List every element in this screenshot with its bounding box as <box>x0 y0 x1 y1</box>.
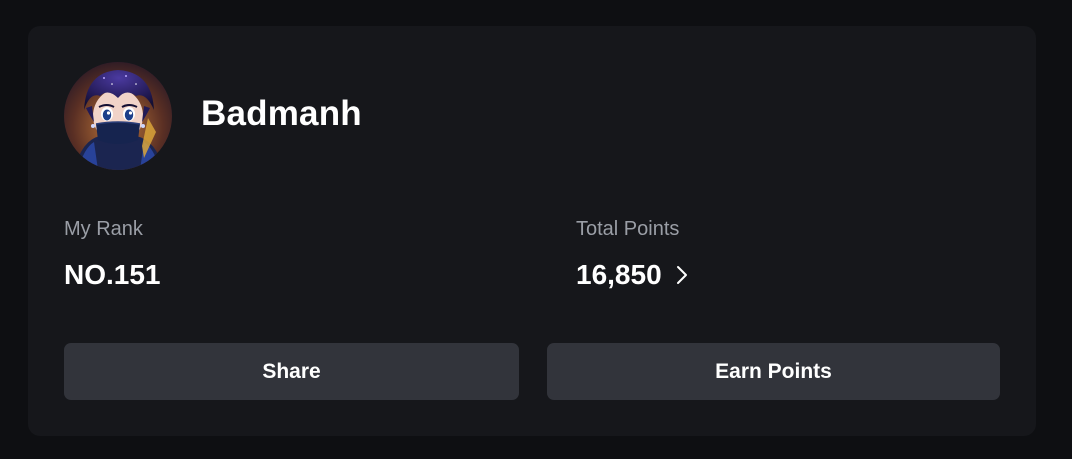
rank-label: My Rank <box>64 218 143 240</box>
username: Badmanh <box>201 94 362 133</box>
share-button[interactable]: Share <box>64 343 519 400</box>
avatar-image <box>64 62 172 170</box>
total-points-link[interactable]: 16,850 <box>576 258 690 292</box>
rank-value: NO.151 <box>64 259 161 290</box>
earn-points-button[interactable]: Earn Points <box>547 343 1000 400</box>
profile-card: Badmanh My Rank NO.151 Total Points 16,8… <box>28 26 1036 436</box>
total-points-value: 16,850 <box>576 259 662 290</box>
chevron-right-icon <box>674 265 690 285</box>
share-button-label: Share <box>262 359 321 383</box>
earn-points-button-label: Earn Points <box>715 359 832 383</box>
avatar[interactable] <box>64 62 172 170</box>
total-points-label: Total Points <box>576 218 680 240</box>
